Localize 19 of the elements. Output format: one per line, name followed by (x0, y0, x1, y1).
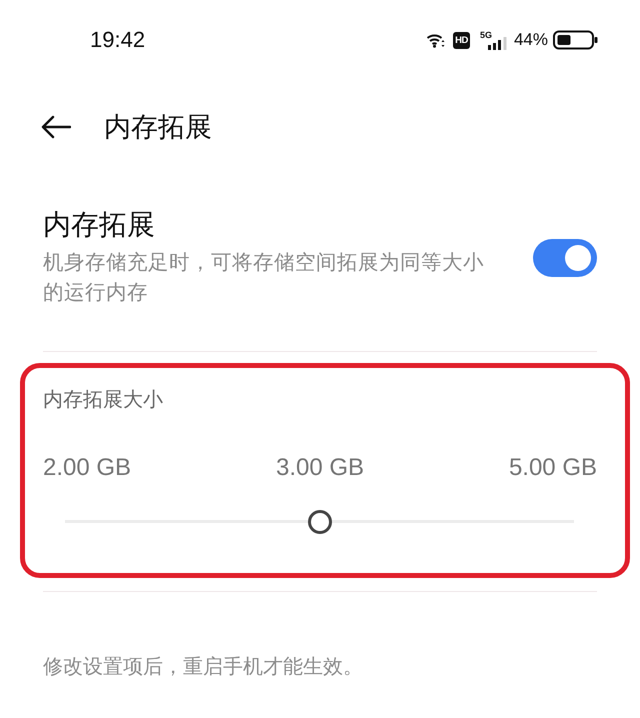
size-option-label: 2.00 GB (43, 453, 132, 483)
slider-thumb[interactable] (308, 510, 332, 534)
size-option-label: 5.00 GB (508, 453, 597, 483)
toggle-switch[interactable] (533, 238, 597, 276)
back-arrow-icon (41, 115, 71, 139)
section-label: 内存拓展大小 (43, 388, 164, 413)
battery-percent: 44% (514, 30, 548, 50)
wifi-icon (426, 32, 445, 48)
battery-icon (553, 30, 598, 50)
setting-description: 机身存储充足时，可将存储空间拓展为同等大小的运行内存 (43, 250, 485, 306)
back-button[interactable] (40, 113, 72, 141)
page-title: 内存拓展 (104, 111, 212, 144)
restart-note: 修改设置项后，重启手机才能生效。 (43, 655, 364, 680)
status-time: 19:42 (90, 27, 146, 53)
signal-bars-icon (488, 37, 507, 50)
setting-title: 内存拓展 (43, 208, 156, 242)
size-option-label: 3.00 GB (276, 453, 364, 483)
hd-badge: HD (452, 32, 470, 48)
network-type: 5G (480, 30, 492, 40)
